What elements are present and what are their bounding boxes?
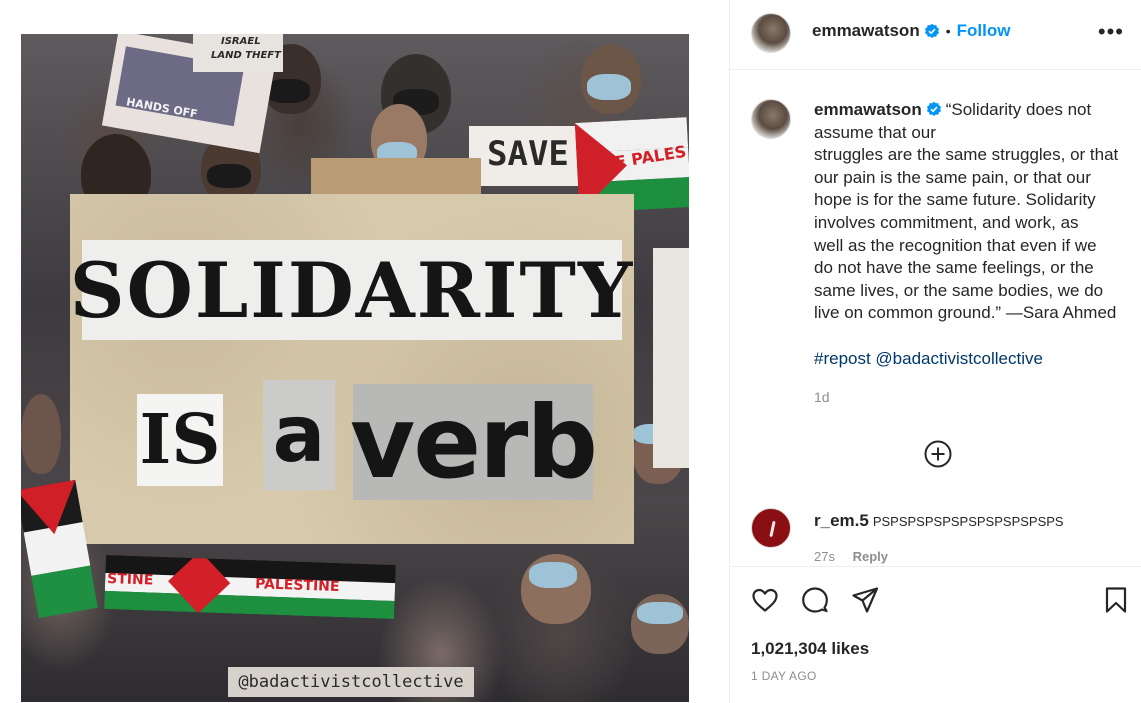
post-image[interactable]: HANDS OFF ISRAEL LAND THEFT SAVE FREE PA…: [21, 34, 689, 702]
caption-area: emmawatson “Solidarity does not assume t…: [730, 71, 1141, 565]
reply-button[interactable]: Reply: [853, 549, 888, 564]
more-options-icon[interactable]: •••: [1098, 21, 1124, 43]
comment-text: PSPSPSPSPSPSPSPSPSPSPS: [872, 514, 1064, 529]
post-actions: 1,021,304 likes 1 DAY AGO: [730, 566, 1141, 703]
follow-button[interactable]: Follow: [957, 21, 1011, 41]
face-mask: [207, 164, 251, 188]
face-mask: [587, 74, 631, 100]
comment-meta: 27s Reply: [814, 549, 902, 564]
cardboard-sign: [311, 158, 481, 198]
caption-line: well as the recognition that even if we: [814, 235, 1097, 255]
caption-line-text: “Solidarity does not: [945, 100, 1092, 119]
post-header: emmawatson • Follow •••: [730, 0, 1141, 70]
post-side-panel: emmawatson • Follow ••• emmawatson “Soli…: [729, 0, 1141, 703]
heart-icon[interactable]: [750, 585, 780, 615]
author-avatar[interactable]: [751, 13, 791, 53]
banner-left-text: STINE: [106, 571, 154, 589]
land-theft-text: LAND THEFT: [211, 50, 281, 61]
collage-paper: SOLIDARITY IS a verb: [70, 194, 634, 544]
headline-verb: verb: [350, 383, 598, 501]
caption-line: struggles are the same struggles, or tha…: [814, 145, 1119, 165]
save-sign: SAVE: [469, 126, 581, 186]
send-icon[interactable]: [850, 585, 880, 615]
plus-circle-icon[interactable]: [923, 439, 953, 469]
caption-line: hope is for the same future. Solidarity: [814, 190, 1096, 210]
banner-right-text: PALESTINE: [254, 576, 340, 596]
headline-is: IS: [137, 394, 223, 486]
commenter-username[interactable]: r_em.5: [814, 511, 869, 530]
bookmark-icon[interactable]: [1101, 585, 1131, 615]
comment: r_em.5 PSPSPSPSPSPSPSPSPSPSPS: [814, 511, 1064, 531]
caption-timestamp[interactable]: 1d: [814, 389, 830, 405]
author-row: emmawatson • Follow: [812, 21, 1010, 41]
post-date[interactable]: 1 DAY AGO: [751, 669, 817, 683]
separator-dot: •: [945, 23, 951, 39]
caption-line: live on common ground.” —Sara Ahmed: [814, 303, 1117, 323]
save-text: SAVE: [487, 134, 569, 174]
caption-username[interactable]: emmawatson: [814, 100, 922, 119]
palestine-banner: STINE PALESTINE: [104, 554, 396, 619]
headline-a: a: [263, 380, 335, 490]
watermark-handle: @badactivistcollective: [228, 667, 474, 697]
verified-badge-icon: [924, 23, 939, 38]
face-mask: [266, 79, 310, 103]
comment-time[interactable]: 27s: [814, 549, 835, 564]
face-mask: [529, 562, 577, 588]
israel-text: ISRAEL: [221, 36, 261, 47]
caption-line: same lives, or the same bodies, we do: [814, 280, 1104, 300]
author-username[interactable]: emmawatson: [812, 21, 920, 41]
headline-solidarity: SOLIDARITY: [70, 240, 632, 340]
face-mask: [637, 602, 683, 624]
caption-author-avatar[interactable]: [751, 99, 791, 139]
caption-line: involves commitment, and work, as: [814, 212, 1079, 232]
caption-line: assume that our: [814, 122, 936, 142]
commenter-avatar[interactable]: [751, 508, 791, 548]
israel-land-theft-sign: ISRAEL LAND THEFT: [193, 34, 283, 72]
side-sign: [653, 248, 689, 468]
caption-line: emmawatson “Solidarity does not: [814, 99, 1134, 122]
likes-count[interactable]: 1,021,304 likes: [751, 639, 869, 659]
comment-icon[interactable]: [800, 585, 830, 615]
protester: [21, 394, 61, 474]
verified-badge-icon: [926, 101, 941, 116]
caption-text: emmawatson “Solidarity does not assume t…: [814, 99, 1134, 325]
caption-line: do not have the same feelings, or the: [814, 258, 1094, 278]
caption-hashtags-link[interactable]: #repost @badactivistcollective: [814, 349, 1043, 369]
caption-line: our pain is the same pain, or that our: [814, 167, 1091, 187]
